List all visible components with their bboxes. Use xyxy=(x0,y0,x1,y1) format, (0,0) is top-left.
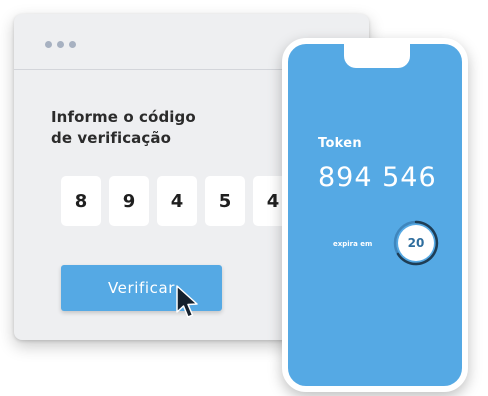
expires-label: expira em xyxy=(333,240,373,248)
dot xyxy=(69,41,76,48)
prompt-line-1: Informe o código xyxy=(51,108,196,126)
token-label: Token xyxy=(318,136,362,151)
phone-token-app: Token 894 546 expira em 20 xyxy=(282,38,468,392)
window-menu-dots-icon xyxy=(45,41,76,48)
dot xyxy=(57,41,64,48)
code-input-row: 8 9 4 5 4 xyxy=(61,176,293,226)
code-digit-input[interactable]: 9 xyxy=(109,176,149,226)
dot xyxy=(45,41,52,48)
countdown-timer: 20 xyxy=(393,220,439,266)
code-digit-input[interactable]: 8 xyxy=(61,176,101,226)
illustration-stage: Informe o código de verificação 8 9 4 5 … xyxy=(0,0,488,396)
phone-notch xyxy=(344,44,410,68)
code-digit-input[interactable]: 5 xyxy=(205,176,245,226)
verification-prompt: Informe o código de verificação xyxy=(51,107,196,149)
countdown-seconds: 20 xyxy=(398,225,434,261)
code-digit-input[interactable]: 4 xyxy=(157,176,197,226)
token-value: 894 546 xyxy=(318,162,437,193)
mouse-pointer-icon xyxy=(176,285,198,318)
prompt-line-2: de verificação xyxy=(51,129,172,147)
